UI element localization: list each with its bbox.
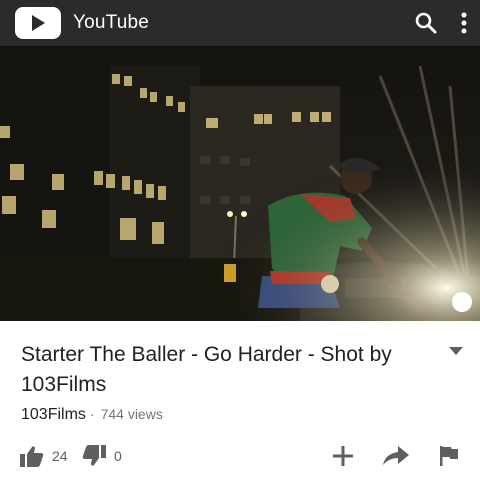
youtube-play-icon	[32, 15, 45, 31]
more-options-button[interactable]	[460, 11, 468, 35]
add-to-playlist-button[interactable]	[332, 440, 354, 472]
video-title: Starter The Baller - Go Harder - Shot by…	[21, 343, 392, 396]
add-icon	[333, 446, 353, 466]
action-bar: 24 0	[0, 440, 480, 472]
more-vert-icon	[461, 12, 467, 34]
video-meta: 103Films · 744 views	[21, 406, 163, 424]
search-button[interactable]	[414, 11, 438, 35]
app-title: YouTube	[73, 12, 150, 33]
video-frame	[0, 46, 480, 321]
video-player[interactable]	[0, 46, 480, 321]
like-count: 24	[52, 448, 68, 464]
view-count: 744 views	[100, 406, 163, 422]
chevron-down-icon	[449, 347, 463, 355]
dislike-button[interactable]: 0	[82, 440, 122, 472]
share-button[interactable]	[383, 440, 409, 472]
share-icon	[383, 446, 409, 465]
flag-icon	[440, 446, 458, 466]
thumb-up-icon	[20, 446, 44, 467]
youtube-logo[interactable]	[15, 7, 61, 39]
meta-separator: ·	[89, 406, 95, 422]
dislike-count: 0	[114, 448, 122, 464]
report-button[interactable]	[440, 440, 458, 472]
app-bar: YouTube	[0, 0, 480, 46]
like-button[interactable]: 24	[20, 440, 68, 472]
video-title-container: Starter The Baller - Go Harder - Shot by…	[21, 340, 436, 400]
search-icon	[415, 12, 437, 34]
channel-name[interactable]: 103Films	[21, 406, 86, 424]
thumb-down-icon	[82, 445, 106, 466]
expand-description-button[interactable]	[448, 343, 464, 361]
